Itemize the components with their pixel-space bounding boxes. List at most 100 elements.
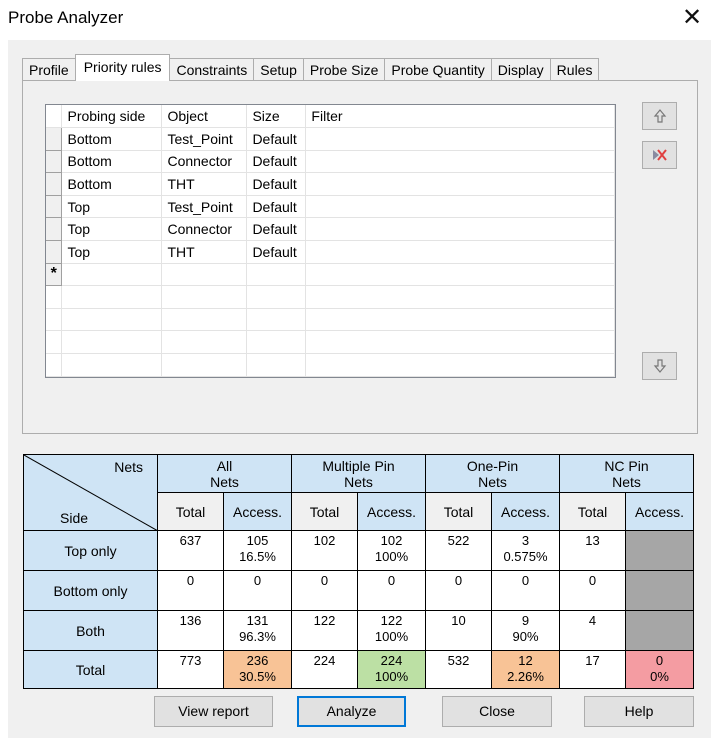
tab-probe-quantity[interactable]: Probe Quantity <box>384 58 492 81</box>
filter-cell[interactable] <box>305 127 615 151</box>
help-button[interactable]: Help <box>584 696 694 727</box>
probing-side-cell[interactable]: Top <box>61 195 163 219</box>
subheader-access: Access. <box>357 492 426 531</box>
arrow-up-icon <box>653 109 666 123</box>
object-cell[interactable]: THT <box>161 240 248 264</box>
object-cell[interactable]: Test_Point <box>161 195 248 219</box>
object-cell[interactable]: THT <box>161 172 248 196</box>
value-count: 102 <box>313 533 336 548</box>
tab-constraints[interactable]: Constraints <box>169 58 255 81</box>
object-cell[interactable]: Test_Point <box>161 127 248 151</box>
move-down-button[interactable] <box>642 352 677 380</box>
empty-row <box>46 330 615 355</box>
filter-cell[interactable] <box>305 217 615 242</box>
object-cell[interactable]: Connector <box>161 217 248 242</box>
tab-rules[interactable]: Rules <box>549 58 600 81</box>
value-count: 773 <box>179 653 202 668</box>
empty-cell <box>46 308 63 332</box>
access-cell: 0 <box>357 570 426 611</box>
row-header[interactable] <box>46 127 63 151</box>
table-row[interactable]: Bottom Connector Default <box>46 150 615 174</box>
subheader-access: Access. <box>491 492 560 531</box>
empty-cell <box>161 285 248 309</box>
analyze-button[interactable]: Analyze <box>297 696 406 727</box>
filter-cell[interactable] <box>305 240 615 264</box>
probing-side-cell[interactable]: Bottom <box>61 172 163 196</box>
size-cell[interactable]: Default <box>246 195 307 219</box>
probing-side-cell[interactable]: Top <box>61 217 163 242</box>
access-cell: 236 30.5% <box>223 650 292 689</box>
column-header-object[interactable]: Object <box>161 105 248 129</box>
tab-probe-size[interactable]: Probe Size <box>302 58 386 81</box>
category-header-multiple-pin-nets: Multiple Pin Nets <box>291 454 426 493</box>
empty-cell <box>61 353 163 377</box>
value-percent: 96.3% <box>239 629 276 644</box>
tab-priority-rules[interactable]: Priority rules <box>74 54 171 81</box>
object-cell[interactable]: Connector <box>161 150 248 174</box>
tab-display[interactable]: Display <box>490 58 551 81</box>
table-row[interactable]: Bottom THT Default <box>46 172 615 196</box>
probing-side-cell[interactable]: Top <box>61 240 163 264</box>
probing-side-cell[interactable]: Bottom <box>61 127 163 151</box>
tab-setup[interactable]: Setup <box>253 58 304 81</box>
filter-cell[interactable] <box>305 172 615 196</box>
value-count: 105 <box>246 533 269 548</box>
table-row[interactable]: Top Test_Point Default <box>46 195 615 219</box>
new-row[interactable]: * <box>46 263 615 287</box>
column-header-size[interactable]: Size <box>246 105 307 129</box>
value-count: 522 <box>447 533 470 548</box>
table-row[interactable]: Top Connector Default <box>46 217 615 242</box>
value-percent: 100% <box>374 669 409 684</box>
category-line2: Nets <box>210 473 239 490</box>
size-cell[interactable]: Default <box>246 127 307 151</box>
access-cell: 3 0.575% <box>491 530 560 571</box>
value-percent: 100% <box>374 629 409 644</box>
empty-cell[interactable] <box>246 263 307 287</box>
move-up-button[interactable] <box>642 102 677 130</box>
access-cell <box>625 570 694 611</box>
access-cell: 9 90% <box>491 610 560 651</box>
subheader-total: Total <box>157 492 224 531</box>
table-row[interactable]: Top THT Default <box>46 240 615 264</box>
summary-body: Top only 637 105 16.5% 102 102 100% 522 3 0.575% 1… <box>23 530 694 689</box>
value-count: 224 <box>313 653 336 668</box>
row-header[interactable] <box>46 195 63 219</box>
value-count: 532 <box>447 653 470 668</box>
total-cell: 224 <box>291 650 358 689</box>
row-header[interactable] <box>46 240 63 264</box>
probing-side-cell[interactable]: Bottom <box>61 150 163 174</box>
tab-profile[interactable]: Profile <box>22 58 76 81</box>
total-cell: 136 <box>157 610 224 651</box>
row-header[interactable] <box>46 150 63 174</box>
size-cell[interactable]: Default <box>246 217 307 242</box>
empty-cell <box>246 353 307 377</box>
value-count: 102 <box>380 533 403 548</box>
new-row-marker[interactable]: * <box>46 263 63 287</box>
access-cell <box>625 530 694 571</box>
filter-cell[interactable] <box>305 195 615 219</box>
view-report-button[interactable]: View report <box>154 696 273 727</box>
empty-cell[interactable] <box>305 263 615 287</box>
size-cell[interactable]: Default <box>246 240 307 264</box>
empty-cell[interactable] <box>161 263 248 287</box>
priority-rules-grid[interactable]: Probing side Object Size Filter Bottom T… <box>45 104 616 378</box>
delete-row-button[interactable] <box>642 141 677 169</box>
size-cell[interactable]: Default <box>246 150 307 174</box>
close-button[interactable]: Close <box>442 696 552 727</box>
empty-cell[interactable] <box>61 263 163 287</box>
empty-cell <box>305 353 615 377</box>
table-row[interactable]: Bottom Test_Point Default <box>46 127 615 151</box>
row-header[interactable] <box>46 172 63 196</box>
access-summary-table: Nets Side All Nets Multiple Pin Nets One-P… <box>23 454 694 689</box>
empty-cell <box>305 330 615 355</box>
empty-cell <box>246 285 307 309</box>
empty-cell <box>61 308 163 332</box>
total-cell: 13 <box>559 530 626 571</box>
column-header-filter[interactable]: Filter <box>305 105 615 129</box>
row-header[interactable] <box>46 217 63 242</box>
size-cell[interactable]: Default <box>246 172 307 196</box>
column-header-probing-side[interactable]: Probing side <box>61 105 163 129</box>
empty-cell <box>246 330 307 355</box>
filter-cell[interactable] <box>305 150 615 174</box>
close-window-icon[interactable]: ✕ <box>677 2 707 34</box>
